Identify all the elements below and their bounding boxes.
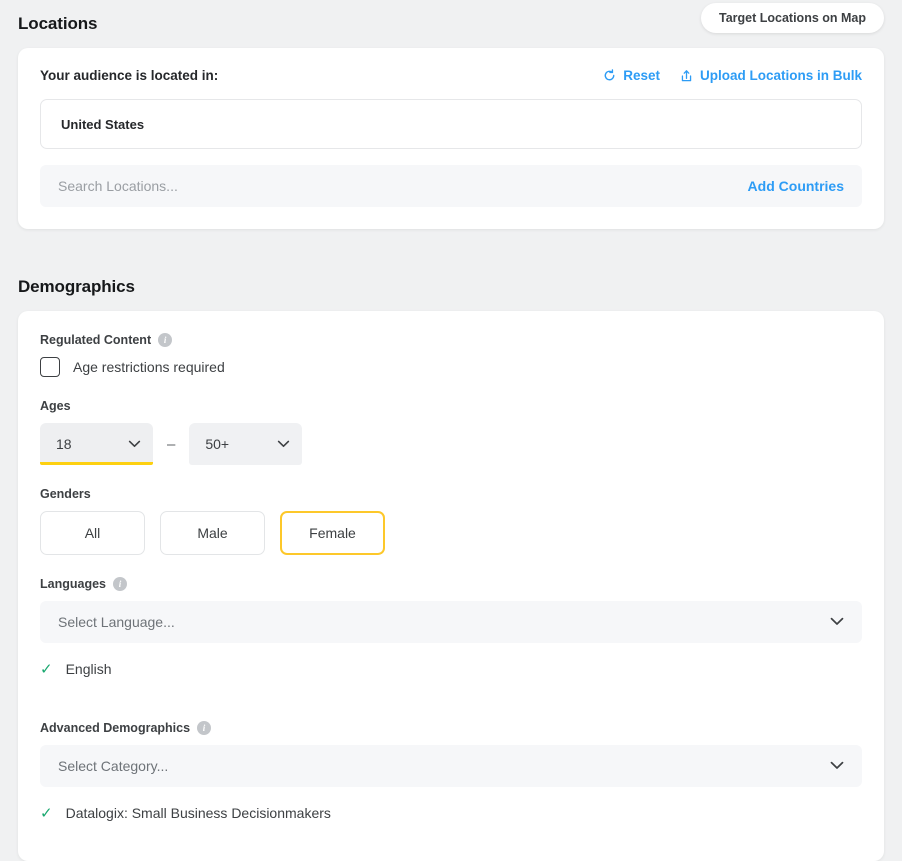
regulated-content-label: Regulated Content: [40, 333, 151, 347]
locations-card-header: Your audience is located in: Reset: [40, 68, 862, 83]
reset-label: Reset: [623, 68, 660, 83]
select-language-placeholder: Select Language...: [58, 614, 830, 630]
chevron-down-icon: [830, 613, 844, 631]
ages-row: 18 – 50+: [40, 423, 862, 465]
demographics-card: Regulated Content i Age restrictions req…: [18, 311, 884, 861]
genders-row: All Male Female: [40, 511, 862, 555]
ages-label-row: Ages: [40, 399, 862, 413]
genders-group: Genders All Male Female: [40, 487, 862, 555]
select-language-dropdown[interactable]: Select Language...: [40, 601, 862, 643]
age-restrictions-row[interactable]: Age restrictions required: [40, 357, 862, 377]
spacer: [40, 699, 862, 721]
page-title: Locations: [18, 14, 97, 34]
advanced-demographics-label: Advanced Demographics: [40, 721, 190, 735]
age-restrictions-label: Age restrictions required: [73, 359, 225, 375]
upload-icon: [680, 69, 693, 83]
info-icon[interactable]: i: [158, 333, 172, 347]
refresh-icon: [603, 69, 616, 82]
locations-card: Your audience is located in: Reset: [18, 48, 884, 229]
gender-option-male[interactable]: Male: [160, 511, 265, 555]
location-chip-united-states[interactable]: United States: [61, 117, 144, 132]
selected-category-label: Datalogix: Small Business Decisionmakers: [66, 805, 331, 821]
age-restrictions-checkbox[interactable]: [40, 357, 60, 377]
upload-label: Upload Locations in Bulk: [700, 68, 862, 83]
chevron-down-icon: [277, 435, 290, 453]
locations-section-header: Locations Target Locations on Map: [0, 0, 902, 48]
locations-actions: Reset Upload Locations in Bulk: [603, 68, 862, 83]
info-icon[interactable]: i: [197, 721, 211, 735]
ages-label: Ages: [40, 399, 71, 413]
check-icon: ✓: [40, 662, 53, 677]
check-icon: ✓: [40, 806, 53, 821]
genders-label: Genders: [40, 487, 91, 501]
map-button-label: Target Locations on Map: [719, 11, 866, 25]
selected-language-label: English: [66, 661, 112, 677]
advanced-demographics-label-row: Advanced Demographics i: [40, 721, 862, 735]
selected-category-datalogix[interactable]: ✓ Datalogix: Small Business Decisionmake…: [40, 805, 862, 821]
age-max-value: 50+: [205, 436, 277, 452]
chevron-down-icon: [830, 757, 844, 775]
demographics-title: Demographics: [18, 277, 135, 297]
upload-locations-in-bulk-button[interactable]: Upload Locations in Bulk: [680, 68, 862, 83]
chevron-down-icon: [128, 435, 141, 453]
select-category-placeholder: Select Category...: [58, 758, 830, 774]
audience-located-in-label: Your audience is located in:: [40, 68, 218, 83]
regulated-content-label-row: Regulated Content i: [40, 333, 862, 347]
add-countries-button[interactable]: Add Countries: [748, 178, 844, 194]
reset-button[interactable]: Reset: [603, 68, 660, 83]
advanced-demographics-group: Advanced Demographics i Select Category.…: [40, 721, 862, 821]
ages-group: Ages 18 – 50+: [40, 399, 862, 465]
genders-label-row: Genders: [40, 487, 862, 501]
ages-separator: –: [167, 436, 175, 453]
select-category-dropdown[interactable]: Select Category...: [40, 745, 862, 787]
selected-locations-box[interactable]: United States: [40, 99, 862, 149]
age-min-select[interactable]: 18: [40, 423, 153, 465]
gender-option-female[interactable]: Female: [280, 511, 385, 555]
languages-group: Languages i Select Language... ✓ English: [40, 577, 862, 677]
search-locations-input[interactable]: [58, 178, 608, 194]
demographics-section-header: Demographics: [0, 263, 902, 311]
info-icon[interactable]: i: [113, 577, 127, 591]
languages-label: Languages: [40, 577, 106, 591]
locations-demographics-page: Locations Target Locations on Map Your a…: [0, 0, 902, 861]
languages-label-row: Languages i: [40, 577, 862, 591]
regulated-content-group: Regulated Content i Age restrictions req…: [40, 333, 862, 377]
age-min-value: 18: [56, 436, 128, 452]
selected-language-english[interactable]: ✓ English: [40, 661, 862, 677]
target-locations-on-map-button[interactable]: Target Locations on Map: [701, 3, 884, 33]
age-max-select[interactable]: 50+: [189, 423, 302, 465]
location-search-row: Add Countries: [40, 165, 862, 207]
gender-option-all[interactable]: All: [40, 511, 145, 555]
